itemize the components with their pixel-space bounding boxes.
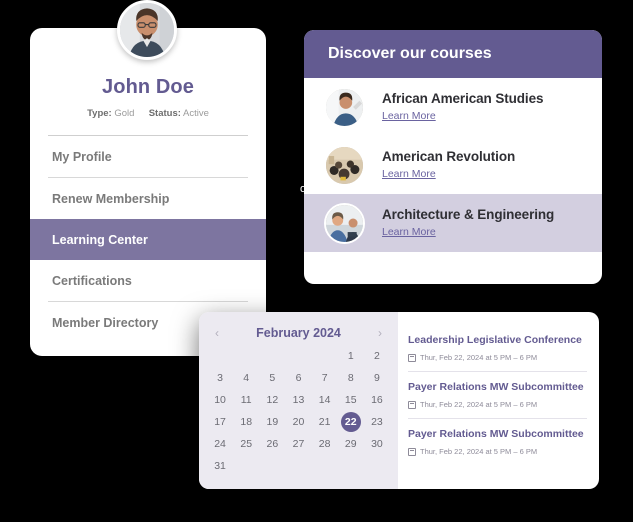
chevron-right-icon[interactable]: ›: [378, 327, 382, 339]
membership-meta: Type: Gold Status: Active: [30, 108, 266, 119]
event-datetime-text: Thur, Feb 22, 2024 at 5 PM – 6 PM: [420, 400, 538, 409]
sidebar-item-label: Renew Membership: [52, 191, 170, 206]
course-thumbnail-icon: [324, 144, 365, 186]
calendar-day[interactable]: 19: [259, 412, 285, 432]
course-text: American Revolution Learn More: [382, 149, 515, 182]
calendar-day[interactable]: 17: [207, 412, 233, 432]
calendar-month-title: February 2024: [256, 326, 341, 340]
event-title[interactable]: Payer Relations MW Subcommittee: [408, 381, 587, 393]
chevron-left-icon[interactable]: ‹: [215, 327, 219, 339]
calendar-day[interactable]: 26: [259, 434, 285, 454]
calendar-day[interactable]: 25: [233, 434, 259, 454]
calendar-panel: ‹ February 2024 › 1 2 3 4 5 6 7 8 9 10 11 12 13 14 15 1…: [199, 312, 398, 489]
page-title: John Doe: [102, 76, 194, 98]
sidebar-item-learning-center[interactable]: Learning Center: [30, 219, 266, 260]
calendar-day[interactable]: 12: [259, 390, 285, 410]
type-label: Type:: [87, 108, 112, 119]
calendar-day[interactable]: 30: [364, 434, 390, 454]
calendar-day[interactable]: 8: [338, 368, 364, 388]
learn-more-link[interactable]: Learn More: [382, 110, 436, 122]
event-datetime: Thur, Feb 22, 2024 at 5 PM – 6 PM: [408, 353, 587, 362]
calendar-icon: [408, 400, 416, 409]
course-title: African American Studies: [382, 90, 544, 106]
course-thumbnail-icon: [324, 202, 365, 244]
course-text: African American Studies Learn More: [382, 90, 544, 124]
calendar-cell-empty: [259, 346, 285, 366]
calendar-day[interactable]: 5: [259, 368, 285, 388]
type-value: Gold: [114, 108, 135, 119]
status-value: Active: [183, 108, 209, 119]
page-root: John Doe Type: Gold Status: Active My Pr…: [0, 0, 633, 522]
event-divider: [408, 371, 587, 372]
course-title: Architecture & Engineering: [382, 206, 555, 222]
calendar-day[interactable]: 7: [312, 368, 338, 388]
list-item[interactable]: Payer Relations MW Subcommittee Thur, Fe…: [408, 428, 587, 465]
course-item-african-american-studies[interactable]: African American Studies Learn More: [304, 78, 602, 136]
calendar-day[interactable]: 11: [233, 390, 259, 410]
sidebar-item-my-profile[interactable]: My Profile: [30, 136, 266, 177]
calendar-day-selected[interactable]: 22: [338, 412, 364, 432]
sidebar-item-certifications[interactable]: Certifications: [30, 260, 266, 301]
course-item-american-revolution[interactable]: American Revolution Learn More: [304, 136, 602, 194]
calendar-day[interactable]: 24: [207, 434, 233, 454]
calendar-day[interactable]: 3: [207, 368, 233, 388]
course-text: Architecture & Engineering Learn More: [382, 207, 554, 240]
calendar-cell-empty: [207, 346, 233, 366]
learn-more-link[interactable]: Learn More: [382, 168, 436, 180]
calendar-day[interactable]: 14: [312, 390, 338, 410]
calendar-day[interactable]: 23: [364, 412, 390, 432]
course-item-architecture-engineering[interactable]: Architecture & Engineering Learn More: [304, 194, 602, 252]
calendar-header: ‹ February 2024 ›: [199, 312, 398, 346]
event-title[interactable]: Leadership Legislative Conference: [408, 334, 587, 346]
event-datetime-text: Thur, Feb 22, 2024 at 5 PM – 6 PM: [420, 353, 538, 362]
calendar-day[interactable]: 31: [207, 456, 233, 476]
event-datetime: Thur, Feb 22, 2024 at 5 PM – 6 PM: [408, 400, 587, 409]
list-item[interactable]: Leadership Legislative Conference Thur, …: [408, 334, 587, 371]
calendar-day[interactable]: 15: [338, 390, 364, 410]
courses-header: Discover our courses: [304, 30, 602, 78]
courses-card: Discover our courses African American St…: [304, 30, 602, 284]
calendar-day[interactable]: 13: [285, 390, 311, 410]
calendar-day[interactable]: 1: [338, 346, 364, 366]
calendar-day[interactable]: 2: [364, 346, 390, 366]
clipped-text-fragment: o: [300, 183, 307, 195]
status-label: Status:: [148, 108, 181, 119]
event-datetime-text: Thur, Feb 22, 2024 at 5 PM – 6 PM: [420, 447, 538, 456]
calendar-icon: [408, 447, 416, 456]
calendar-icon: [408, 353, 416, 362]
profile-card: John Doe Type: Gold Status: Active My Pr…: [30, 28, 266, 356]
calendar-day[interactable]: 4: [233, 368, 259, 388]
calendar-day[interactable]: 18: [233, 412, 259, 432]
calendar-day[interactable]: 10: [207, 390, 233, 410]
course-thumbnail-icon: [324, 86, 365, 128]
list-item[interactable]: Payer Relations MW Subcommittee Thur, Fe…: [408, 381, 587, 418]
calendar-grid: 1 2 3 4 5 6 7 8 9 10 11 12 13 14 15 16 17 18 19 20 21 22 23 24 2…: [199, 346, 398, 476]
sidebar-item-label: My Profile: [52, 149, 112, 164]
sidebar-item-label: Member Directory: [52, 315, 159, 330]
avatar-wrapper: [117, 0, 177, 60]
calendar-day[interactable]: 28: [312, 434, 338, 454]
calendar-day[interactable]: 27: [285, 434, 311, 454]
calendar-day[interactable]: 20: [285, 412, 311, 432]
learn-more-link[interactable]: Learn More: [382, 226, 436, 238]
events-card: ‹ February 2024 › 1 2 3 4 5 6 7 8 9 10 11 12 13 14 15 1…: [199, 312, 599, 489]
calendar-day[interactable]: 16: [364, 390, 390, 410]
event-title[interactable]: Payer Relations MW Subcommittee: [408, 428, 587, 440]
event-datetime: Thur, Feb 22, 2024 at 5 PM – 6 PM: [408, 447, 587, 456]
calendar-day[interactable]: 6: [285, 368, 311, 388]
sidebar-item-label: Certifications: [52, 273, 132, 288]
calendar-day[interactable]: 9: [364, 368, 390, 388]
calendar-cell-empty: [312, 346, 338, 366]
course-title: American Revolution: [382, 148, 516, 164]
calendar-day[interactable]: 21: [312, 412, 338, 432]
sidebar-item-renew-membership[interactable]: Renew Membership: [30, 178, 266, 219]
calendar-cell-empty: [233, 346, 259, 366]
calendar-cell-empty: [285, 346, 311, 366]
avatar: [117, 0, 177, 60]
events-list: Leadership Legislative Conference Thur, …: [398, 312, 599, 489]
sidebar-item-label: Learning Center: [52, 232, 148, 247]
event-divider: [408, 418, 587, 419]
calendar-day[interactable]: 29: [338, 434, 364, 454]
